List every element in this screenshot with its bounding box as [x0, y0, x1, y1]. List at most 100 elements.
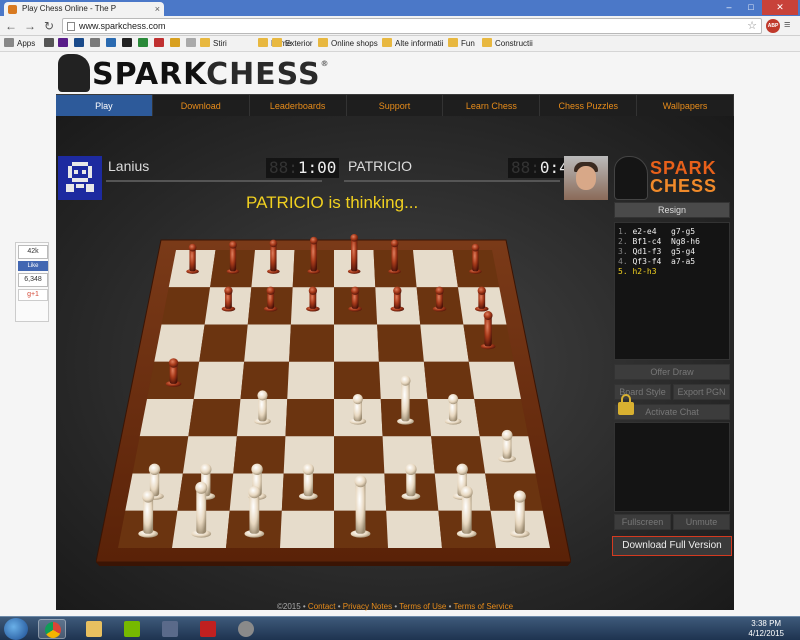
bookmark-star-icon[interactable]: ☆: [747, 19, 757, 33]
bookmark-folder-constructii[interactable]: Constructii: [482, 38, 533, 50]
bookmark-link[interactable]: [186, 38, 199, 50]
bookmark-folder-fun[interactable]: Fun: [448, 38, 475, 50]
forward-arrow-icon[interactable]: →: [22, 18, 38, 34]
browser-tab[interactable]: Play Chess Online - The P ×: [4, 2, 164, 16]
board-square[interactable]: [154, 324, 205, 362]
board-square[interactable]: [132, 436, 189, 474]
link-icon: [122, 38, 132, 47]
nav-chess-puzzles[interactable]: Chess Puzzles: [540, 95, 638, 116]
taskbar-app[interactable]: [156, 619, 184, 639]
player1-avatar: [58, 156, 102, 200]
site-nav: Play Download Leaderboards Support Learn…: [56, 94, 735, 116]
board-square[interactable]: [485, 473, 543, 511]
board-square[interactable]: [468, 361, 521, 399]
board-square[interactable]: [244, 324, 291, 362]
start-button[interactable]: [4, 618, 28, 640]
bookmark-link[interactable]: [122, 38, 135, 50]
taskbar-chrome[interactable]: [38, 619, 66, 639]
bookmark-yahoo[interactable]: [58, 38, 71, 50]
adblock-icon[interactable]: ABP: [766, 19, 780, 33]
bookmark-apps[interactable]: Apps: [4, 38, 35, 50]
nav-learn-chess[interactable]: Learn Chess: [443, 95, 541, 116]
folder-icon: [200, 38, 210, 47]
board-square[interactable]: [289, 324, 334, 362]
knight-logo-icon: [58, 54, 90, 92]
board-square[interactable]: [188, 399, 241, 437]
taskbar-explorer[interactable]: [80, 619, 108, 639]
clock[interactable]: 3:38 PM 4/12/2015: [748, 619, 784, 639]
move-row: 1. e2-e4 g7-g5: [618, 227, 696, 236]
tab-close-icon[interactable]: ×: [155, 2, 160, 16]
board-square[interactable]: [285, 399, 334, 437]
footer-link-terms-service[interactable]: Terms of Service: [453, 602, 513, 611]
google-plus-button[interactable]: g+1: [18, 289, 48, 301]
link-icon: [90, 38, 100, 47]
site-footer: ©2015 • Contact • Privacy Notes • Terms …: [276, 602, 514, 611]
close-window-button[interactable]: ✕: [762, 0, 798, 15]
bookmark-folder-alte-informatii[interactable]: Alte informatii: [382, 38, 443, 50]
board-square[interactable]: [334, 436, 385, 474]
board-square[interactable]: [161, 287, 211, 325]
nav-download[interactable]: Download: [153, 95, 250, 116]
share-count: 6,348: [18, 273, 48, 287]
footer-link-privacy[interactable]: Privacy Notes: [343, 602, 392, 611]
reload-icon[interactable]: ↻: [41, 18, 57, 34]
bookmark-link[interactable]: [170, 38, 183, 50]
bookmark-folder-exterior[interactable]: Exterior: [272, 38, 313, 50]
favicon-icon: [8, 5, 17, 14]
fullscreen-button[interactable]: Fullscreen: [614, 514, 671, 530]
chess-board[interactable]: [95, 206, 572, 568]
export-pgn-button[interactable]: Export PGN: [673, 384, 730, 400]
bookmark-link[interactable]: [44, 38, 57, 50]
board-square[interactable]: [139, 399, 194, 437]
knight-logo-icon: [614, 156, 648, 200]
maximize-button[interactable]: □: [740, 0, 762, 15]
board-square[interactable]: [287, 361, 334, 399]
unmute-button[interactable]: Unmute: [673, 514, 730, 530]
sparkchess-logo[interactable]: SPARKCHESS®: [58, 54, 330, 94]
bookmark-link[interactable]: [74, 38, 87, 50]
bookmark-link[interactable]: [106, 38, 119, 50]
taskbar-app[interactable]: [194, 619, 222, 639]
back-arrow-icon[interactable]: ←: [3, 18, 19, 34]
board-square[interactable]: [193, 361, 245, 399]
board-square[interactable]: [386, 510, 442, 548]
footer-link-terms-use[interactable]: Terms of Use: [399, 602, 446, 611]
folder-icon: [318, 38, 328, 47]
board-square[interactable]: [377, 324, 424, 362]
footer-link-contact[interactable]: Contact: [308, 602, 336, 611]
board-square[interactable]: [334, 324, 379, 362]
bookmark-folder-stiri[interactable]: Stiri: [200, 38, 227, 50]
offer-draw-button[interactable]: Offer Draw: [614, 364, 730, 380]
nav-wallpapers[interactable]: Wallpapers: [637, 95, 735, 116]
facebook-like-button[interactable]: Like: [18, 261, 48, 271]
bookmark-folder-online-shops[interactable]: Online shops: [318, 38, 378, 50]
move-row: 4. Qf3-f4 a7-a5: [618, 257, 696, 266]
taskbar-app[interactable]: [232, 619, 260, 639]
taskbar-nvidia[interactable]: [118, 619, 146, 639]
link-icon: [74, 38, 84, 47]
board-square[interactable]: [474, 399, 529, 437]
nav-leaderboards[interactable]: Leaderboards: [250, 95, 347, 116]
download-full-version-button[interactable]: Download Full Version: [612, 536, 732, 556]
folder-icon: [382, 38, 392, 47]
board-square[interactable]: [420, 324, 469, 362]
menu-icon[interactable]: ≡: [784, 19, 796, 31]
chat-box[interactable]: [614, 422, 730, 512]
board-square[interactable]: [280, 510, 334, 548]
board-square[interactable]: [334, 361, 381, 399]
nav-support[interactable]: Support: [347, 95, 444, 116]
bookmark-link[interactable]: [154, 38, 167, 50]
window-controls: – □ ✕: [718, 0, 798, 16]
resign-button[interactable]: Resign: [614, 202, 730, 218]
address-bar[interactable]: www.sparkchess.com ☆: [62, 18, 762, 34]
bookmark-link[interactable]: [138, 38, 151, 50]
nav-play[interactable]: Play: [56, 95, 153, 116]
board-square[interactable]: [423, 361, 475, 399]
link-icon: [44, 38, 54, 47]
bookmark-link[interactable]: [90, 38, 103, 50]
board-square[interactable]: [413, 250, 458, 288]
minimize-button[interactable]: –: [718, 0, 740, 15]
folder-icon: [272, 38, 282, 47]
board-square[interactable]: [199, 324, 248, 362]
